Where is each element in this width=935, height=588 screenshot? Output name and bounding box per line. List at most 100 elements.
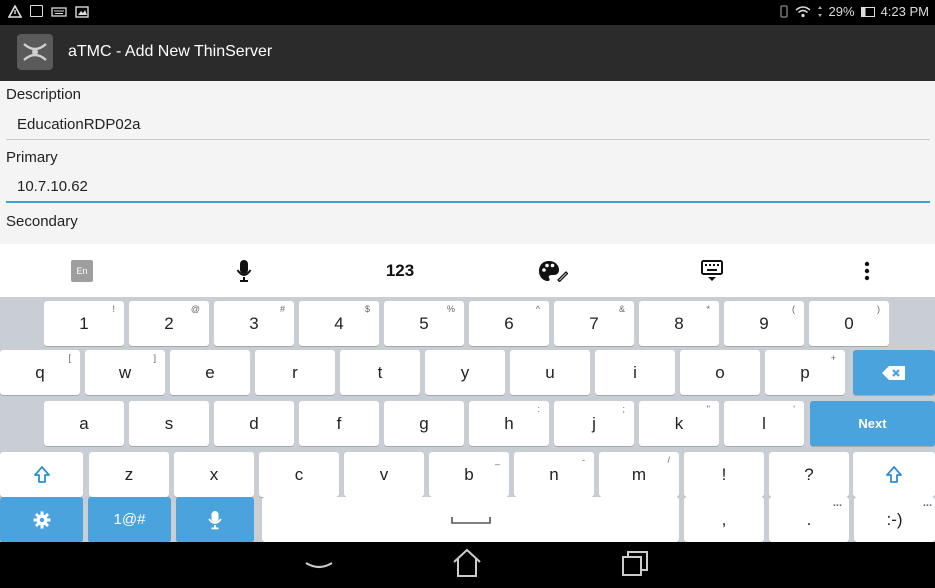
- thinmanager-logo-icon[interactable]: [17, 34, 53, 70]
- letter-key[interactable]: x: [174, 452, 254, 497]
- vibrate-icon: [779, 5, 788, 18]
- key-label: v: [379, 464, 389, 484]
- number-key[interactable]: 4 $: [299, 301, 379, 346]
- period-label: .: [806, 509, 812, 529]
- number-key[interactable]: 3 #: [214, 301, 294, 346]
- voice-input-button[interactable]: [222, 244, 266, 297]
- letter-key[interactable]: ?: [769, 452, 849, 497]
- secondary-label: Secondary: [6, 213, 78, 230]
- letter-key[interactable]: z: [89, 452, 169, 497]
- letter-key[interactable]: !: [684, 452, 764, 497]
- home-button[interactable]: [451, 548, 483, 578]
- recent-apps-button[interactable]: [620, 550, 650, 578]
- period-key[interactable]: . ...: [769, 497, 849, 542]
- key-hint: -: [582, 455, 585, 465]
- number-key[interactable]: 2 @: [129, 301, 209, 346]
- theme-button[interactable]: [528, 244, 578, 297]
- next-key[interactable]: Next: [810, 401, 935, 446]
- number-key[interactable]: 5%: [384, 301, 464, 346]
- more-options-button[interactable]: [852, 244, 882, 297]
- key-hint: :: [537, 404, 540, 414]
- key-label: 7: [589, 313, 599, 333]
- key-hint: #: [279, 304, 285, 314]
- hide-keyboard-button[interactable]: [690, 244, 734, 297]
- description-label: Description: [6, 86, 82, 103]
- letter-key[interactable]: d: [214, 401, 294, 446]
- screenshot-icon: [30, 5, 43, 17]
- data-transfer-icon: [817, 6, 822, 17]
- navigation-bar: [0, 542, 935, 588]
- description-field[interactable]: EducationRDP02a: [17, 116, 140, 133]
- shift-key-right[interactable]: [853, 452, 935, 497]
- key-hint: @: [190, 304, 200, 314]
- letter-key[interactable]: s: [129, 401, 209, 446]
- language-button[interactable]: En: [60, 244, 104, 297]
- key-label: 6: [504, 313, 514, 333]
- space-key[interactable]: [262, 497, 679, 542]
- description-underline: [6, 139, 930, 140]
- letter-key[interactable]: a: [44, 401, 124, 446]
- number-key[interactable]: 0): [809, 301, 889, 346]
- key-label: !: [721, 464, 727, 484]
- number-key[interactable]: 9(: [724, 301, 804, 346]
- letter-key[interactable]: j;: [554, 401, 634, 446]
- letter-key[interactable]: c: [259, 452, 339, 497]
- keyboard-hide-icon: [701, 259, 723, 281]
- voice-key[interactable]: [176, 497, 254, 542]
- letter-key[interactable]: w]: [85, 350, 165, 395]
- key-hint: (: [792, 304, 795, 314]
- letter-key[interactable]: t: [340, 350, 420, 395]
- letter-key[interactable]: p +: [765, 350, 845, 395]
- numbers-button[interactable]: 123: [370, 244, 430, 297]
- comma-label: ,: [721, 509, 727, 529]
- number-key[interactable]: 6 ^: [469, 301, 549, 346]
- key-hint: &: [618, 304, 625, 314]
- letter-key[interactable]: m /: [599, 452, 679, 497]
- notification-icons: [8, 5, 89, 18]
- letter-key[interactable]: f: [299, 401, 379, 446]
- letter-key[interactable]: e: [170, 350, 250, 395]
- keyboard-toolbar: En 123: [0, 244, 935, 297]
- key-hint: +: [830, 353, 836, 363]
- primary-field[interactable]: 10.7.10.62: [17, 178, 88, 195]
- key-label: d: [249, 413, 259, 433]
- shift-key-left[interactable]: [0, 452, 83, 497]
- key-label: 3: [249, 313, 259, 333]
- letter-key[interactable]: u: [510, 350, 590, 395]
- key-label: c: [294, 464, 304, 484]
- letter-key[interactable]: y: [425, 350, 505, 395]
- key-label: b: [464, 464, 474, 484]
- comma-key[interactable]: ,: [684, 497, 764, 542]
- letter-key[interactable]: l ': [724, 401, 804, 446]
- letter-key[interactable]: g: [384, 401, 464, 446]
- letter-key[interactable]: v: [344, 452, 424, 497]
- key-label: h: [504, 413, 514, 433]
- key-hint: %: [446, 304, 455, 314]
- number-key[interactable]: 1!: [44, 301, 124, 346]
- key-label: g: [419, 413, 429, 433]
- letter-key[interactable]: o: [680, 350, 760, 395]
- symbols-key[interactable]: 1@#: [88, 497, 171, 542]
- key-label: q: [35, 362, 45, 382]
- key-hint: _: [494, 455, 500, 465]
- numbers-label: 123: [385, 260, 415, 280]
- smiley-label: :-): [886, 509, 903, 529]
- space-bar-icon: [450, 516, 491, 524]
- letter-key[interactable]: i: [595, 350, 675, 395]
- letter-key[interactable]: b _: [429, 452, 509, 497]
- letter-key[interactable]: n-: [514, 452, 594, 497]
- letter-key[interactable]: k ": [639, 401, 719, 446]
- warning-icon: [8, 5, 22, 18]
- letter-key[interactable]: q[: [0, 350, 80, 395]
- settings-key[interactable]: [0, 497, 83, 542]
- language-badge: En: [71, 259, 93, 282]
- backspace-key[interactable]: [853, 350, 935, 395]
- back-button[interactable]: [302, 551, 336, 579]
- battery-icon: [860, 6, 875, 17]
- number-key[interactable]: 8 *: [639, 301, 719, 346]
- number-key[interactable]: 7 &: [554, 301, 634, 346]
- smiley-key[interactable]: :-) ...: [854, 497, 935, 542]
- key-hint: ^: [535, 304, 540, 314]
- letter-key[interactable]: h:: [469, 401, 549, 446]
- letter-key[interactable]: r: [255, 350, 335, 395]
